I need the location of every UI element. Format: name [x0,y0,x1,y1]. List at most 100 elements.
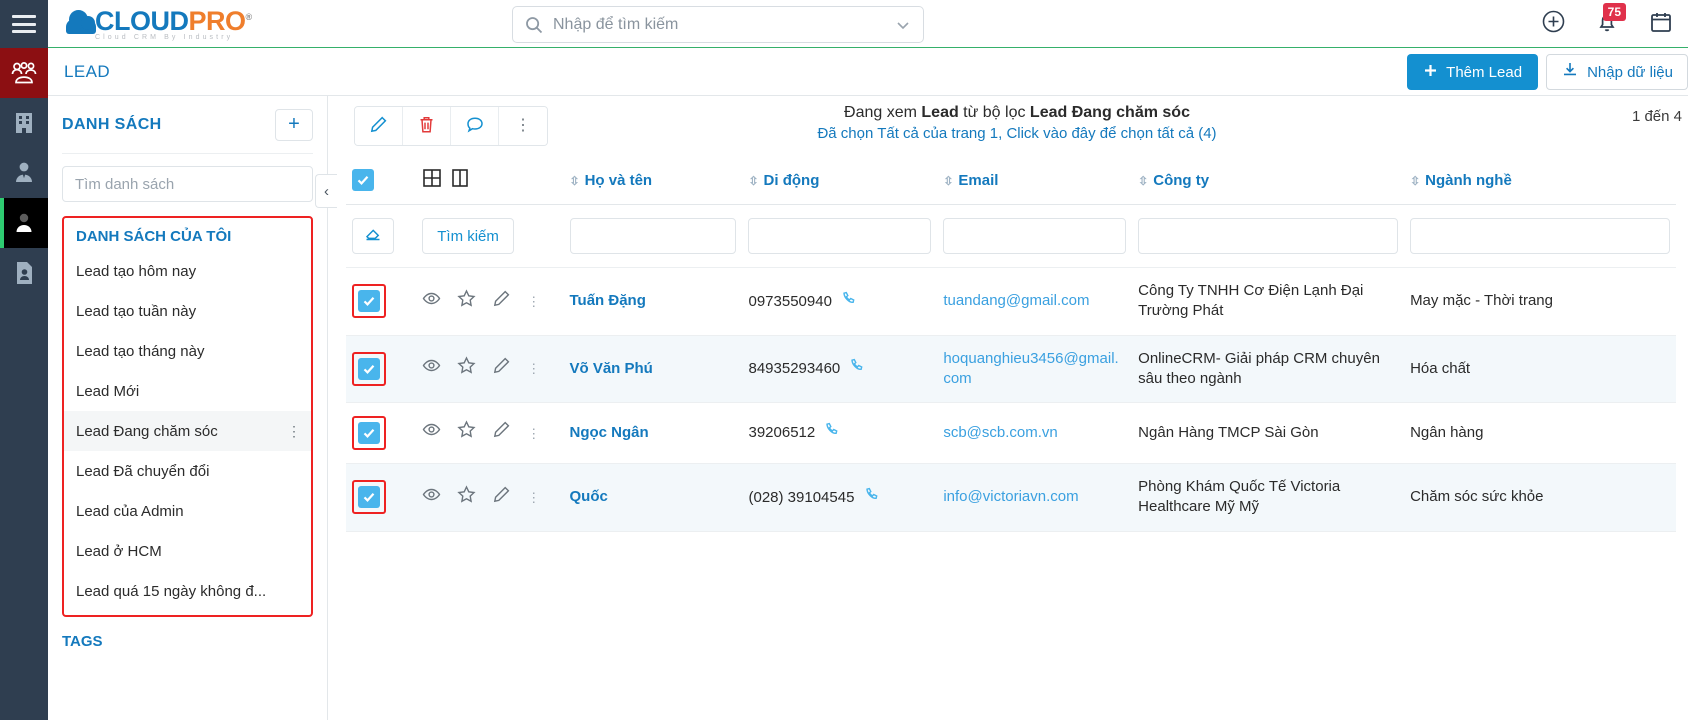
row-checkbox[interactable] [358,357,380,380]
list-item-lead-in-care[interactable]: Lead Đang chăm sóc ⋮ [64,411,311,451]
filter-cell-company [1132,204,1405,268]
table-row[interactable]: ⋮ Võ Văn Phú 84935293460 hoquanghieu3456… [346,335,1676,403]
phone-icon[interactable] [849,358,864,377]
list-item-lead-new[interactable]: Lead Mới [64,371,311,411]
pencil-icon[interactable] [492,289,511,314]
chevron-down-icon[interactable] [895,17,911,33]
row-actions-cell: ⋮ [416,463,564,532]
page-header: LEAD Thêm Lead Nhập dữ liệu [48,48,1688,96]
rail-item-lead[interactable] [0,48,48,98]
clear-filters-button[interactable] [352,218,394,254]
cell-company: Ngân Hàng TMCP Sài Gòn [1132,402,1405,464]
view-icon[interactable] [422,356,441,381]
list-item-lead-this-month[interactable]: Lead tạo tháng này [64,331,311,371]
list-search-input[interactable] [62,166,313,202]
star-icon[interactable] [457,356,476,381]
list-item-label: Lead Mới [76,382,140,400]
import-data-button[interactable]: Nhập dữ liệu [1546,54,1688,90]
cell-industry: Ngân hàng [1404,402,1676,464]
email-link[interactable]: tuandang@gmail.com [943,292,1089,309]
filter-info-filter-name: Lead Đang chăm sóc [1029,104,1190,121]
filter-input-name[interactable] [569,218,737,254]
star-icon[interactable] [457,420,476,445]
calendar-icon [1649,10,1673,39]
rail-item-document[interactable] [0,248,48,298]
column-header-email[interactable]: ⇳ Email [937,156,1133,205]
phone-icon[interactable] [824,423,839,441]
filter-cell-industry [1404,204,1676,268]
email-link[interactable]: scb@scb.com.vn [943,424,1057,441]
hamburger-menu-button[interactable] [0,0,48,48]
add-list-button[interactable]: + [275,108,313,141]
view-icon[interactable] [422,420,441,445]
row-select-cell [346,463,417,532]
kebab-menu-icon[interactable]: ⋮ [287,424,301,438]
list-item-label: Lead tạo tuần này [76,302,197,320]
row-checkbox[interactable] [358,290,380,313]
pencil-icon[interactable] [492,485,511,510]
email-link[interactable]: hoquanghieu3456@gmail.com [943,350,1118,387]
table-row[interactable]: ⋮ Quốc (028) 39104545 info@victoriavn.co… [346,463,1676,532]
cell-email: info@victoriavn.com [937,463,1133,532]
star-icon[interactable] [457,289,476,314]
column-header-company[interactable]: ⇳ Công ty [1132,156,1405,205]
calendar-button[interactable] [1634,0,1688,48]
pencil-icon[interactable] [492,420,511,445]
table-row[interactable]: ⋮ Ngọc Ngân 39206512 scb@scb.com.vn Ngân… [346,402,1676,464]
add-lead-button[interactable]: Thêm Lead [1407,54,1539,90]
column-header-mobile[interactable]: ⇳ Di động [742,156,938,205]
sort-icon: ⇳ [1138,173,1149,188]
select-all-link[interactable]: Đã chọn Tất cả của trang 1, Click vào đâ… [346,125,1688,142]
lead-name-link[interactable]: Quốc [570,488,608,505]
kebab-menu-icon[interactable]: ⋮ [527,427,540,440]
filter-input-mobile[interactable] [748,218,932,254]
view-icon[interactable] [422,485,441,510]
list-item-lead-converted[interactable]: Lead Đã chuyển đổi [64,451,311,491]
filter-input-email[interactable] [943,218,1127,254]
grid-view-icon[interactable] [422,168,442,192]
sort-icon: ⇳ [1410,173,1421,188]
column-label: Email [958,171,999,189]
row-checkbox-highlight [352,284,386,319]
kebab-menu-icon[interactable]: ⋮ [527,491,540,504]
filter-input-industry[interactable] [1410,218,1670,254]
cell-industry: May mặc - Thời trang [1404,267,1676,336]
collapse-panel-button[interactable]: ‹ [315,174,337,208]
notifications-button[interactable]: 75 [1580,0,1634,48]
email-link[interactable]: info@victoriavn.com [943,488,1078,505]
row-checkbox[interactable] [358,486,380,509]
list-item-label: Lead tạo tháng này [76,342,205,360]
kebab-menu-icon[interactable]: ⋮ [527,295,540,308]
column-header-industry[interactable]: ⇳ Ngành nghề [1404,156,1676,205]
quick-add-button[interactable] [1526,0,1580,48]
lead-name-link[interactable]: Ngọc Ngân [570,424,649,441]
column-view-icon[interactable] [450,168,470,192]
list-item-lead-admin[interactable]: Lead của Admin [64,491,311,531]
filter-input-company[interactable] [1138,218,1399,254]
page-body: DANH SÁCH + DANH SÁCH CỦA TÔI Lead tạo h… [48,96,1688,720]
cell-email: scb@scb.com.vn [937,402,1133,464]
rail-item-contact[interactable] [0,148,48,198]
select-all-checkbox[interactable] [352,169,374,191]
list-item-lead-hcm[interactable]: Lead ở HCM [64,531,311,571]
lead-name-link[interactable]: Võ Văn Phú [570,360,653,377]
list-item-lead-overdue[interactable]: Lead quá 15 ngày không đ... [64,571,311,611]
phone-icon[interactable] [841,291,856,310]
column-header-name[interactable]: ⇳ Họ và tên [563,156,743,205]
view-icon[interactable] [422,289,441,314]
lead-name-link[interactable]: Tuấn Đặng [570,292,646,309]
table-row[interactable]: ⋮ Tuấn Đặng 0973550940 tuandang@gmail.co… [346,267,1676,336]
list-item-lead-this-week[interactable]: Lead tạo tuần này [64,291,311,331]
search-input[interactable] [553,15,895,34]
kebab-menu-icon[interactable]: ⋮ [527,362,540,375]
row-checkbox[interactable] [358,422,380,444]
pencil-icon[interactable] [492,356,511,381]
star-icon[interactable] [457,485,476,510]
phone-icon[interactable] [864,487,879,506]
brand-logo[interactable]: CLOUDPRO® Cloud CRM By Industry [64,6,279,41]
cell-mobile: 39206512 [742,402,938,464]
list-item-lead-today[interactable]: Lead tạo hôm nay [64,251,311,291]
rail-item-company[interactable] [0,98,48,148]
search-filter-button[interactable]: Tìm kiếm [422,218,514,254]
rail-item-account[interactable] [0,198,48,248]
